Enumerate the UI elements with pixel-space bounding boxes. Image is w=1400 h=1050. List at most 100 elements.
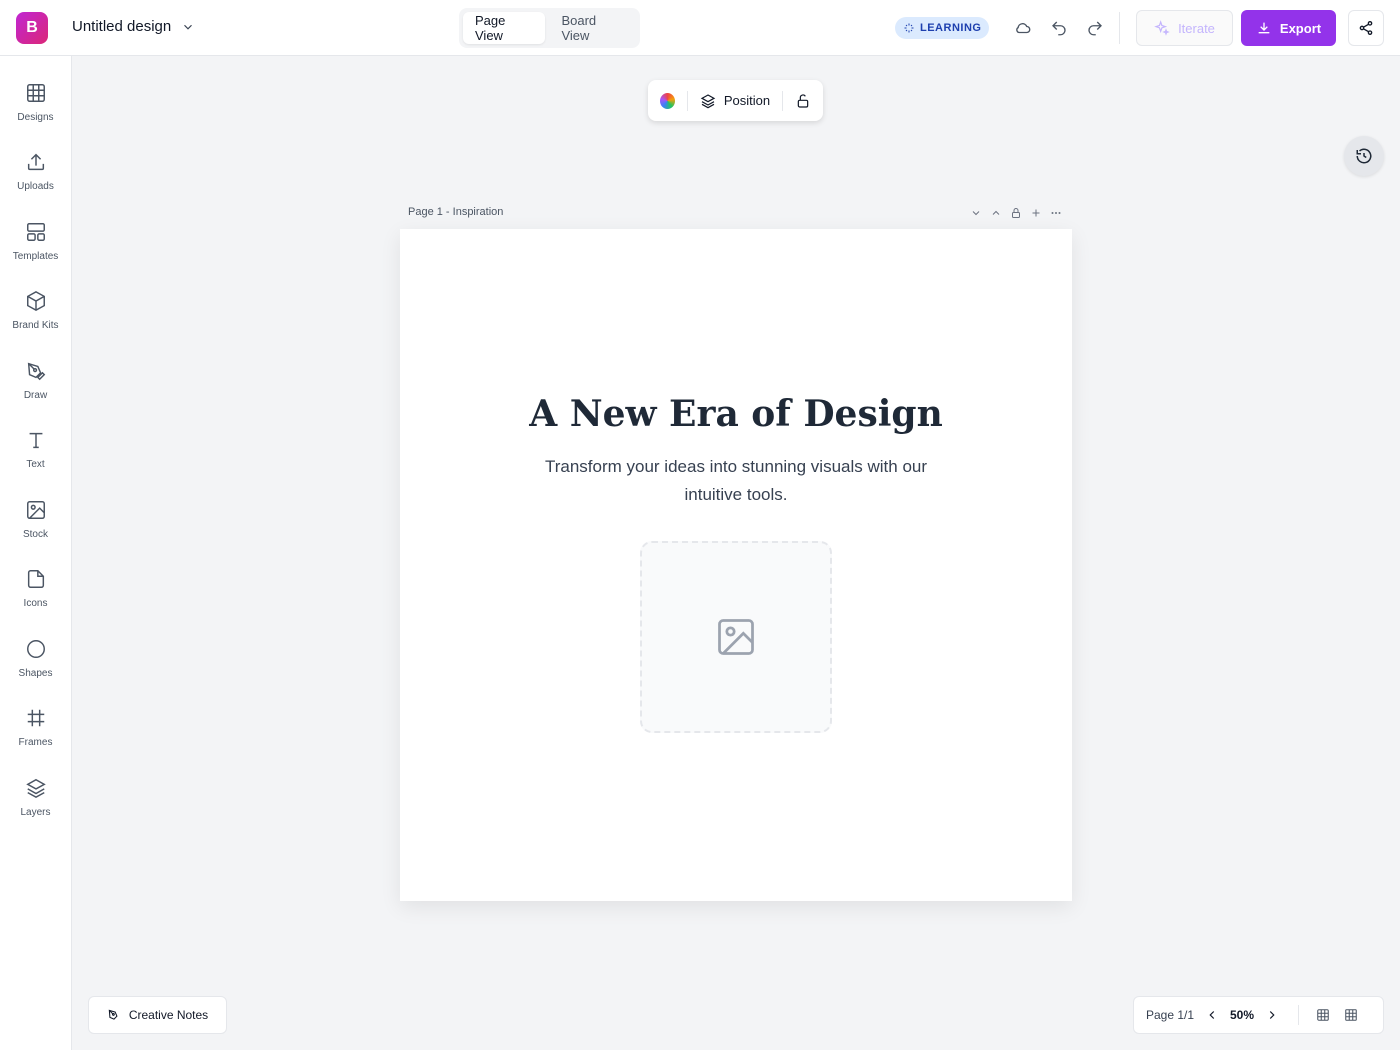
next-page-button[interactable]: [1260, 1008, 1284, 1022]
sidebar-item-stock[interactable]: Stock: [0, 497, 71, 557]
chevron-down-icon: [972, 211, 980, 216]
position-label: Position: [723, 93, 771, 108]
sidebar-item-templates[interactable]: Templates: [0, 219, 71, 279]
templates-icon: [26, 223, 45, 241]
logo-letter: B: [26, 19, 38, 36]
sidebar-item-label: Icons: [23, 598, 48, 609]
chevron-down-icon: [184, 24, 193, 30]
unlock-icon: [797, 93, 809, 108]
sidebar-item-uploads[interactable]: Uploads: [0, 149, 71, 209]
image-icon: [718, 619, 754, 655]
sidebar-item-frames[interactable]: Frames: [0, 705, 71, 765]
pager-separator: [1298, 1005, 1299, 1025]
sidebar-item-layers[interactable]: Layers: [0, 775, 71, 835]
pen-icon: [27, 362, 45, 381]
chevron-left-icon: [1209, 1011, 1215, 1019]
layers-icon: [25, 778, 46, 799]
add-page-button[interactable]: [1030, 206, 1042, 220]
view-toggle: Page View Board View: [459, 8, 640, 48]
doc-title-dropdown[interactable]: Untitled design: [72, 18, 195, 35]
page-more-button[interactable]: [1050, 206, 1062, 220]
sidebar-item-icons[interactable]: Icons: [0, 566, 71, 626]
sidebar-item-label: Uploads: [17, 181, 54, 192]
redo-icon[interactable]: [1083, 16, 1107, 40]
upload-icon: [27, 153, 44, 171]
sidebar-item-brand-kits[interactable]: Brand Kits: [0, 288, 71, 348]
grid-view-button[interactable]: [1309, 1008, 1337, 1022]
file-icon: [27, 570, 44, 588]
sidebar-item-draw[interactable]: Draw: [0, 358, 71, 418]
chevron-up-icon: [992, 210, 1000, 215]
cloud-save-icon[interactable]: [1011, 16, 1035, 40]
sidebar-item-label: Templates: [12, 251, 59, 262]
chevron-right-icon: [1269, 1011, 1275, 1019]
iterate-label: Iterate: [1178, 20, 1215, 36]
page-indicator: Page 1/1: [1146, 1008, 1195, 1022]
undo-icon[interactable]: [1047, 16, 1071, 40]
creative-notes-button[interactable]: Creative Notes: [88, 996, 227, 1034]
design-heading[interactable]: A New Era of Design: [400, 393, 1072, 435]
element-toolbar: Position: [648, 80, 823, 121]
grid-icon: [26, 84, 45, 102]
color-picker-icon[interactable]: [660, 92, 675, 109]
page-label: Page 1 - Inspiration: [408, 206, 504, 218]
page-lock-button[interactable]: [1010, 206, 1022, 220]
design-subheading[interactable]: Transform your ideas into stunning visua…: [516, 453, 956, 509]
doc-title: Untitled design: [72, 18, 172, 35]
page-controls: [970, 206, 1062, 220]
page-view-button[interactable]: Page View: [463, 12, 546, 44]
position-button[interactable]: Position: [700, 93, 770, 109]
lock-icon: [1012, 208, 1020, 218]
zoom-level[interactable]: 50%: [1224, 1008, 1260, 1022]
iterate-button[interactable]: Iterate: [1136, 10, 1233, 46]
share-icon: [1359, 21, 1373, 35]
sparkles-icon: [1154, 20, 1170, 36]
layers-icon: [700, 93, 716, 108]
sidebar-item-shapes[interactable]: Shapes: [0, 636, 71, 696]
version-history-button[interactable]: [1344, 136, 1384, 176]
design-page[interactable]: A New Era of Design Transform your ideas…: [400, 229, 1072, 901]
export-button[interactable]: Export: [1241, 10, 1336, 46]
frame-icon: [27, 709, 44, 727]
toolbar-separator: [686, 90, 688, 111]
board-view-button[interactable]: Board View: [549, 12, 636, 44]
creative-notes-label: Creative Notes: [128, 1008, 209, 1022]
text-icon: [29, 432, 42, 449]
image-icon: [26, 501, 45, 519]
sidebar-item-label: Stock: [22, 529, 48, 540]
sparkle-icon: [904, 23, 914, 33]
pen-icon: [108, 1009, 118, 1020]
unlock-button[interactable]: [795, 93, 811, 109]
circle-icon: [26, 640, 45, 658]
sidebar-item-label: Designs: [17, 112, 54, 123]
export-label: Export: [1279, 20, 1322, 36]
page-down-button[interactable]: [970, 206, 982, 220]
plus-icon: [1032, 209, 1040, 217]
image-placeholder[interactable]: [640, 541, 832, 733]
page-up-button[interactable]: [990, 206, 1002, 220]
learning-label: LEARNING: [920, 22, 982, 34]
sidebar-item-label: Brand Kits: [12, 320, 59, 331]
toolbar-separator: [782, 90, 784, 111]
learning-badge[interactable]: LEARNING: [895, 17, 990, 39]
previous-page-button[interactable]: [1200, 1008, 1224, 1022]
left-sidebar: Designs Uploads Templates Brand Kits Dra…: [0, 56, 72, 1050]
download-icon: [1258, 22, 1270, 34]
top-bar: B Untitled design Page View Board View L…: [0, 0, 1400, 56]
share-button[interactable]: [1348, 10, 1384, 46]
sidebar-item-label: Text: [26, 459, 45, 470]
sidebar-item-label: Draw: [23, 390, 48, 401]
page-navigator: Page 1/1 50%: [1133, 996, 1384, 1034]
sidebar-item-text[interactable]: Text: [0, 427, 71, 487]
cube-icon: [26, 290, 45, 312]
sidebar-item-label: Frames: [18, 737, 53, 748]
grid-icon: [1317, 1009, 1329, 1021]
board-grid-button[interactable]: [1337, 1008, 1365, 1022]
grid-icon: [1345, 1009, 1357, 1021]
sidebar-item-designs[interactable]: Designs: [0, 80, 71, 140]
history-icon: [1356, 148, 1372, 164]
app-logo[interactable]: B: [16, 12, 48, 44]
toolbar-divider: [1119, 12, 1120, 44]
more-horizontal-icon: [1051, 212, 1061, 214]
sidebar-item-label: Shapes: [18, 668, 53, 679]
